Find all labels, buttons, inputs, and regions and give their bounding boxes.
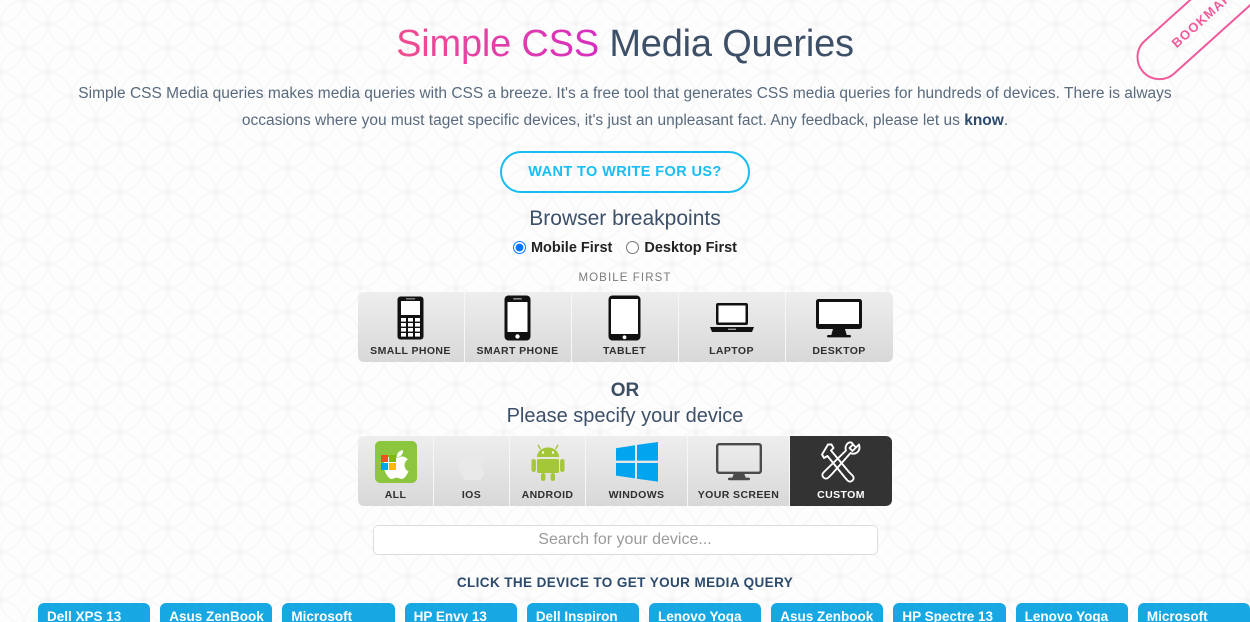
radio-input-desktop-first[interactable]: [626, 241, 640, 255]
windows-icon: [615, 436, 658, 489]
current-mode-label: MOBILE FIRST: [578, 271, 672, 284]
small-phone-icon: [397, 292, 424, 345]
cta-container: WANT TO WRITE FOR US?: [0, 150, 1250, 193]
breakpoint-mode-radio-group: Mobile First Desktop First: [0, 240, 1250, 256]
platform-tile-label: ALL: [384, 488, 407, 501]
breakpoint-tile-laptop[interactable]: LAPTOP: [678, 291, 786, 362]
want-to-write-for-us-button[interactable]: WANT TO WRITE FOR US?: [500, 150, 750, 193]
radio-label-mobile-first: Mobile First: [530, 239, 613, 256]
tablet-icon: [608, 292, 641, 345]
platform-tile-ios[interactable]: IOS: [434, 435, 510, 506]
platform-tile-label: YOUR SCREEN: [697, 488, 780, 501]
radio-option-mobile-first[interactable]: Mobile First: [512, 239, 613, 256]
device-card[interactable]: Dell Inspiron 15 7559: [526, 602, 640, 622]
page-title-rest: Media Queries: [598, 23, 854, 65]
desktop-icon: [815, 292, 863, 345]
breakpoint-tile-label: LAPTOP: [709, 344, 754, 357]
platform-tile-windows[interactable]: WINDOWS: [586, 435, 688, 506]
specify-device-heading: Please specify your device: [506, 404, 744, 427]
page-root: BOOKMARK Simple CSS Media Queries Simple…: [0, 0, 1250, 622]
or-divider-text: OR: [610, 379, 640, 401]
page-title-accent: Simple CSS: [396, 23, 599, 65]
browser-breakpoints-heading: Browser breakpoints: [529, 206, 721, 230]
device-card[interactable]: Asus ZenBook: [160, 602, 273, 622]
breakpoint-tile-small-phone[interactable]: SMALL PHONE: [357, 291, 465, 362]
apple-icon: [454, 436, 490, 489]
radio-input-mobile-first[interactable]: [512, 241, 526, 255]
platform-tile-android[interactable]: ANDROID: [510, 435, 586, 506]
search-input[interactable]: [372, 524, 878, 555]
click-device-hint: CLICK THE DEVICE TO GET YOUR MEDIA QUERY: [456, 574, 794, 590]
breakpoint-tile-smart-phone[interactable]: SMART PHONE: [464, 291, 572, 362]
monitor-icon: [715, 436, 762, 489]
breakpoint-tile-strip: SMALL PHONE SMART PHONE TABLET LAPTOP DE…: [0, 291, 1250, 362]
radio-option-desktop-first[interactable]: Desktop First: [626, 240, 737, 256]
platform-tile-strip: ALL IOS ANDROID WINDOWS YOUR SCREEN CUST…: [0, 435, 1250, 506]
platform-tile-label: WINDOWS: [608, 488, 665, 501]
device-card-grid: Dell XPS 13 9350 Asus ZenBook Microsoft …: [0, 602, 1250, 622]
device-card[interactable]: Microsoft Surface Pro: [1137, 602, 1250, 622]
breakpoint-tile-label: TABLET: [602, 344, 647, 357]
platform-tile-label: IOS: [461, 488, 482, 501]
platform-tile-custom[interactable]: CUSTOM: [790, 435, 892, 506]
platform-tile-all[interactable]: ALL: [358, 435, 434, 506]
description-text-part2: .: [1003, 111, 1009, 129]
breakpoint-tile-label: SMALL PHONE: [370, 344, 451, 357]
tools-icon: [819, 436, 863, 489]
page-description: Simple CSS Media queries makes media que…: [45, 80, 1205, 134]
android-icon: [529, 436, 567, 489]
breakpoint-tile-desktop[interactable]: DESKTOP: [785, 291, 893, 362]
breakpoint-tile-tablet[interactable]: TABLET: [571, 291, 679, 362]
device-card[interactable]: HP Envy 13: [404, 602, 517, 622]
device-card[interactable]: Lenovo Yoga 710: [649, 602, 762, 622]
breakpoint-tile-label: DESKTOP: [812, 344, 866, 357]
platform-tile-label: CUSTOM: [817, 488, 865, 501]
device-card[interactable]: Dell XPS 13 9350: [38, 602, 151, 622]
device-card[interactable]: Lenovo Yoga 900: [1015, 602, 1128, 622]
smart-phone-icon: [504, 292, 531, 345]
breakpoint-tile-label: SMART PHONE: [476, 344, 559, 357]
platform-tile-label: ANDROID: [521, 488, 574, 501]
all-platforms-icon: [374, 436, 417, 489]
search-container: [0, 524, 1250, 555]
device-card[interactable]: Asus Zenbook: [771, 602, 884, 622]
platform-tile-your-screen[interactable]: YOUR SCREEN: [688, 435, 790, 506]
device-card[interactable]: Microsoft Surface: [282, 602, 395, 622]
laptop-icon: [709, 292, 755, 345]
page-title: Simple CSS Media Queries: [0, 0, 1250, 66]
feedback-link[interactable]: know: [964, 112, 1004, 129]
device-card[interactable]: HP Spectre 13: [893, 602, 1006, 622]
radio-label-desktop-first: Desktop First: [644, 239, 738, 256]
